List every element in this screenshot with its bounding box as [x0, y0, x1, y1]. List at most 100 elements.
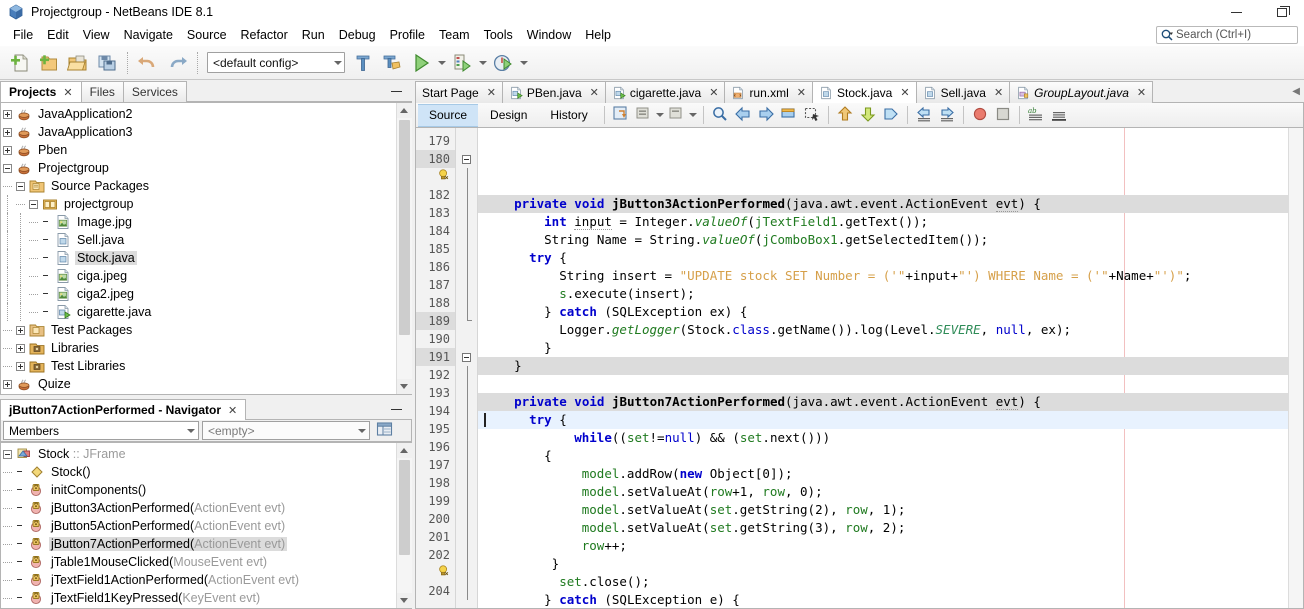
- project-tree[interactable]: JavaApplication2 JavaApplication3 Pben Proj…: [1, 103, 396, 394]
- scroll-down-button[interactable]: [396, 379, 412, 394]
- tree-item-javaapplication3[interactable]: JavaApplication3: [1, 123, 396, 141]
- tree-expander-icon[interactable]: [16, 181, 25, 191]
- toggle-breakpoint-button[interactable]: [880, 104, 902, 126]
- code-line[interactable]: model.addRow(new Object[0]);: [478, 465, 1288, 483]
- tree-expander-icon[interactable]: [29, 199, 38, 209]
- code-line[interactable]: {: [478, 447, 1288, 465]
- menu-refactor[interactable]: Refactor: [234, 25, 295, 45]
- code-line[interactable]: row++;: [478, 537, 1288, 555]
- restore-button[interactable]: [1259, 0, 1304, 24]
- code-content[interactable]: private void jButton3ActionPerformed(jav…: [478, 128, 1288, 608]
- tree-item-test-packages[interactable]: Test Packages: [1, 321, 396, 339]
- code-line[interactable]: }: [478, 357, 1288, 375]
- tree-item-javaapplication2[interactable]: JavaApplication2: [1, 105, 396, 123]
- menu-source[interactable]: Source: [180, 25, 234, 45]
- menu-run[interactable]: Run: [295, 25, 332, 45]
- inspect-button[interactable]: [1048, 104, 1070, 126]
- tree-item-libraries[interactable]: Libraries: [1, 339, 396, 357]
- scroll-track[interactable]: [396, 118, 412, 379]
- code-line[interactable]: try {: [478, 411, 1288, 429]
- menu-help[interactable]: Help: [578, 25, 618, 45]
- menu-debug[interactable]: Debug: [332, 25, 383, 45]
- tree-item-source-packages[interactable]: Source Packages: [1, 177, 396, 195]
- tree-expander-icon[interactable]: [3, 449, 12, 459]
- code-line[interactable]: try {: [478, 249, 1288, 267]
- editor-tab-start-page[interactable]: Start Page ✕: [415, 81, 503, 103]
- chevron-left-icon[interactable]: ◀: [1292, 86, 1300, 97]
- code-line[interactable]: String insert = "UPDATE stock SET Number…: [478, 267, 1288, 285]
- project-configuration-combo[interactable]: <default config>: [207, 52, 345, 73]
- editor-tab-run-xml[interactable]: run.xml ✕: [724, 81, 813, 103]
- editor-tab-grouplayout-java[interactable]: GroupLayout.java ✕: [1009, 81, 1154, 103]
- code-line[interactable]: int input = Integer.valueOf(jTextField1.…: [478, 213, 1288, 231]
- undo-button[interactable]: [134, 49, 162, 77]
- code-line[interactable]: String Name = String.valueOf(jComboBox1.…: [478, 231, 1288, 249]
- debug-project-button[interactable]: [448, 49, 476, 77]
- scroll-thumb[interactable]: [398, 120, 410, 335]
- tab-history[interactable]: History: [539, 104, 598, 127]
- tree-expander-icon[interactable]: [16, 361, 25, 371]
- run-project-dropdown[interactable]: [436, 49, 447, 77]
- tree-item-cigarette-java[interactable]: cigarette.java: [1, 303, 396, 321]
- tree-expander-icon[interactable]: [3, 109, 12, 119]
- code-line[interactable]: } catch (SQLException e) {: [478, 591, 1288, 608]
- hint-bulb-icon[interactable]: [437, 564, 451, 583]
- code-line[interactable]: private void jButton3ActionPerformed(jav…: [478, 195, 1288, 213]
- close-icon[interactable]: ✕: [228, 404, 237, 417]
- close-icon[interactable]: ✕: [994, 86, 1003, 99]
- editor-tabstrip-scroll[interactable]: ◀: [1152, 81, 1304, 103]
- close-icon[interactable]: ✕: [590, 86, 599, 99]
- editor-tab-sell-java[interactable]: Sell.java ✕: [915, 81, 1011, 103]
- search-input[interactable]: Search (Ctrl+I): [1156, 26, 1298, 44]
- run-project-button[interactable]: [407, 49, 435, 77]
- navigator-item-initcomponents[interactable]: initComponents(): [1, 481, 396, 499]
- close-icon[interactable]: ✕: [487, 86, 496, 99]
- code-fold-column[interactable]: [456, 128, 478, 608]
- toggle-bookmark-button[interactable]: [778, 104, 800, 126]
- scroll-track[interactable]: [396, 458, 412, 593]
- minimize-button[interactable]: [1214, 0, 1259, 24]
- tree-expander-icon[interactable]: [3, 127, 12, 137]
- tree-item-sell-java[interactable]: Sell.java: [1, 231, 396, 249]
- tree-item-ciga2-jpeg[interactable]: ciga2.jpeg: [1, 285, 396, 303]
- navigator-item-stock[interactable]: Stock :: JFrame: [1, 445, 396, 463]
- next-bookmark-button[interactable]: [755, 104, 777, 126]
- navigator-item-jbutton3actionperformed[interactable]: jButton3ActionPerformed(ActionEvent evt): [1, 499, 396, 517]
- fold-collapse-icon[interactable]: [462, 154, 471, 164]
- previous-bookmark-button[interactable]: [732, 104, 754, 126]
- navigator-item-jtextfield1keypressed[interactable]: jTextField1KeyPressed(KeyEvent evt): [1, 589, 396, 607]
- code-line[interactable]: }: [478, 339, 1288, 357]
- navigator-item-jbutton7actionperformed[interactable]: jButton7ActionPerformed(ActionEvent evt): [1, 535, 396, 553]
- previous-error-button[interactable]: [834, 104, 856, 126]
- redo-button[interactable]: [163, 49, 191, 77]
- shift-right-button[interactable]: [936, 104, 958, 126]
- menu-window[interactable]: Window: [520, 25, 578, 45]
- pause-button[interactable]: [992, 104, 1014, 126]
- tab-services[interactable]: Services: [122, 81, 187, 102]
- navigator-item-jtextfield1actionperformed[interactable]: jTextField1ActionPerformed(ActionEvent e…: [1, 571, 396, 589]
- tree-expander-icon[interactable]: [3, 163, 12, 173]
- tree-item-stock-java[interactable]: Stock.java: [1, 249, 396, 267]
- projects-scrollbar[interactable]: [396, 103, 412, 394]
- comment-dropdown[interactable]: [656, 104, 665, 126]
- close-icon[interactable]: ✕: [1137, 86, 1146, 99]
- profile-project-dropdown[interactable]: [518, 49, 529, 77]
- close-icon[interactable]: ✕: [797, 86, 806, 99]
- code-line[interactable]: [478, 375, 1288, 393]
- menu-tools[interactable]: Tools: [477, 25, 520, 45]
- debug-project-dropdown[interactable]: [477, 49, 488, 77]
- scroll-thumb[interactable]: [398, 460, 410, 555]
- code-line[interactable]: private void jButton7ActionPerformed(jav…: [478, 393, 1288, 411]
- tab-projects[interactable]: Projects ✕: [0, 81, 82, 102]
- build-project-button[interactable]: [349, 49, 377, 77]
- tree-item-projectgroup[interactable]: Projectgroup: [1, 159, 396, 177]
- close-icon[interactable]: ✕: [900, 86, 909, 99]
- close-icon[interactable]: ✕: [709, 86, 718, 99]
- menu-edit[interactable]: Edit: [40, 25, 76, 45]
- find-selection-button[interactable]: [709, 104, 731, 126]
- scroll-up-button[interactable]: [396, 443, 412, 458]
- code-line[interactable]: model.setValueAt(set.getString(2), row, …: [478, 501, 1288, 519]
- tree-item-test-libraries[interactable]: Test Libraries: [1, 357, 396, 375]
- fold-marker[interactable]: [456, 150, 477, 168]
- close-icon[interactable]: ✕: [63, 86, 72, 99]
